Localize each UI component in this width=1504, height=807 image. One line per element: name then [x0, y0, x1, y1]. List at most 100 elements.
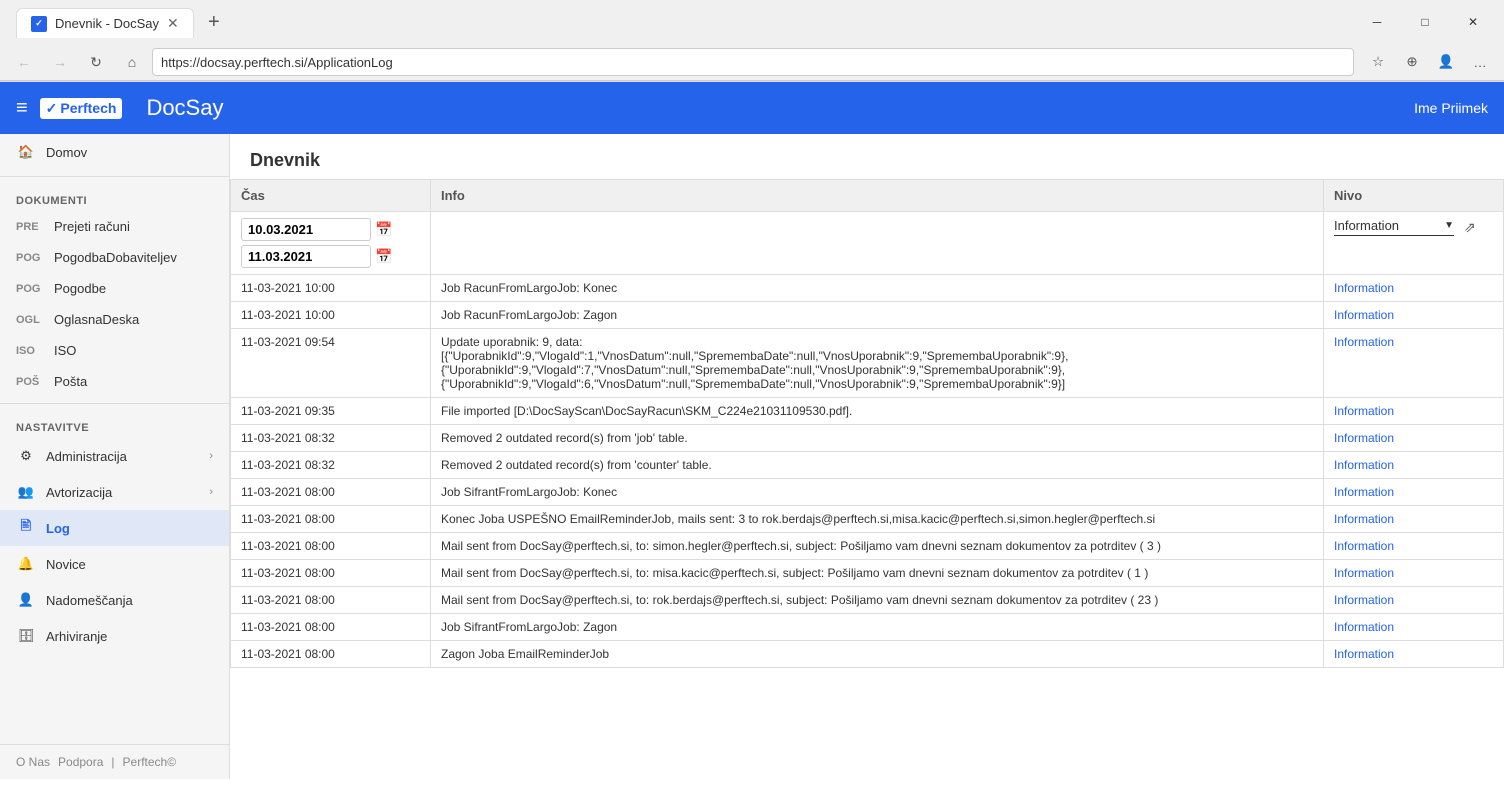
footer-brand: Perftech©: [123, 755, 177, 769]
table-row: 11-03-2021 10:00 Job RacunFromLargoJob: …: [231, 275, 1504, 302]
filter-clear-button[interactable]: ⇗: [1464, 219, 1476, 236]
row-info: Job RacunFromLargoJob: Zagon: [431, 302, 1324, 329]
row-info: File imported [D:\DocSayScan\DocSayRacun…: [431, 398, 1324, 425]
row-level: Information: [1324, 614, 1504, 641]
row-level: Information: [1324, 329, 1504, 398]
filter-date-cell: 📅 📅: [231, 212, 431, 275]
replacement-icon: 👤: [16, 590, 36, 610]
logo-brand-text: Perftech: [60, 100, 116, 116]
tab-close-button[interactable]: ✕: [167, 15, 179, 32]
sidebar-prefix: POG: [16, 252, 44, 264]
sidebar-item-pogodba-dobaviteljev[interactable]: POG PogodbaDobaviteljev: [0, 242, 229, 273]
sidebar-item-administracija[interactable]: ⚙ Administracija ›: [0, 438, 229, 474]
row-time: 11-03-2021 08:00: [231, 587, 431, 614]
row-level: Information: [1324, 479, 1504, 506]
address-input[interactable]: [152, 48, 1354, 76]
sidebar-item-avtorizacija[interactable]: 👥 Avtorizacija ›: [0, 474, 229, 510]
sidebar-item-iso[interactable]: ISO ISO: [0, 335, 229, 366]
sidebar-item-label: Nadomeščanja: [46, 593, 213, 608]
sidebar-footer: O Nas Podpora | Perftech©: [0, 744, 229, 779]
refresh-button[interactable]: ↻: [80, 48, 112, 76]
settings-icon[interactable]: …: [1464, 48, 1496, 76]
sidebar-item-log[interactable]: 🖹 Log: [0, 510, 229, 546]
home-icon: 🏠: [16, 142, 36, 162]
row-level: Information: [1324, 506, 1504, 533]
browser-tab[interactable]: ✓ Dnevnik - DocSay ✕: [16, 8, 194, 38]
sidebar-item-label: Log: [46, 521, 213, 536]
logo-check-icon: ✓: [46, 100, 58, 117]
bell-icon: 🔔: [16, 554, 36, 574]
row-info: Mail sent from DocSay@perftech.si, to: r…: [431, 587, 1324, 614]
account-icon[interactable]: 👤: [1430, 48, 1462, 76]
sidebar-item-posta[interactable]: POŠ Pošta: [0, 366, 229, 397]
col-header-cas: Čas: [231, 180, 431, 212]
table-row: 11-03-2021 09:35 File imported [D:\DocSa…: [231, 398, 1504, 425]
logo-box: ✓ Perftech: [40, 98, 123, 119]
row-time: 11-03-2021 09:35: [231, 398, 431, 425]
table-row: 11-03-2021 10:00 Job RacunFromLargoJob: …: [231, 302, 1504, 329]
row-info: Job SifrantFromLargoJob: Zagon: [431, 614, 1324, 641]
sidebar-prefix: POŠ: [16, 376, 44, 388]
auth-icon: 👥: [16, 482, 36, 502]
row-info: Job SifrantFromLargoJob: Konec: [431, 479, 1324, 506]
sidebar-item-arhiviranje[interactable]: 🗄 Arhiviranje: [0, 618, 229, 654]
calendar-from-icon[interactable]: 📅: [375, 221, 392, 238]
sidebar-item-nadomescanja[interactable]: 👤 Nadomeščanja: [0, 582, 229, 618]
level-dropdown[interactable]: Information ▼: [1334, 218, 1454, 236]
sidebar-item-label: Domov: [46, 145, 213, 160]
sidebar-item-oglasna-deska[interactable]: OGL OglasnaDeska: [0, 304, 229, 335]
minimize-button[interactable]: ─: [1354, 8, 1400, 36]
calendar-to-icon[interactable]: 📅: [375, 248, 392, 265]
sidebar-item-pogodbe[interactable]: POG Pogodbe: [0, 273, 229, 304]
col-header-nivo: Nivo: [1324, 180, 1504, 212]
row-level: Information: [1324, 275, 1504, 302]
favorites-icon[interactable]: ☆: [1362, 48, 1394, 76]
table-row: 11-03-2021 09:54 Update uporabnik: 9, da…: [231, 329, 1504, 398]
new-tab-button[interactable]: +: [198, 6, 230, 38]
main-content: Dnevnik Čas Info Nivo: [230, 134, 1504, 779]
back-button[interactable]: ←: [8, 48, 40, 76]
row-time: 11-03-2021 09:54: [231, 329, 431, 398]
collections-icon[interactable]: ⊕: [1396, 48, 1428, 76]
tab-favicon: ✓: [31, 16, 47, 32]
sidebar-item-label: Avtorizacija: [46, 485, 199, 500]
podpora-link[interactable]: Podpora: [58, 755, 103, 769]
page-title: Dnevnik: [250, 150, 1484, 171]
table-row: 11-03-2021 08:00 Job SifrantFromLargoJob…: [231, 479, 1504, 506]
sidebar-item-domov[interactable]: 🏠 Domov: [0, 134, 229, 170]
table-row: 11-03-2021 08:00 Mail sent from DocSay@p…: [231, 560, 1504, 587]
row-time: 11-03-2021 08:00: [231, 533, 431, 560]
filter-info-cell: [431, 212, 1324, 275]
close-button[interactable]: ✕: [1450, 8, 1496, 36]
date-from-input[interactable]: [241, 218, 371, 241]
sidebar-item-prejeti-racuni[interactable]: PRE Prejeti računi: [0, 211, 229, 242]
sidebar-item-label: Administracija: [46, 449, 199, 464]
row-level: Information: [1324, 452, 1504, 479]
level-dropdown-value: Information: [1334, 218, 1440, 233]
sidebar-section-dokumenti: DOKUMENTI: [0, 183, 229, 211]
page-header: Dnevnik: [230, 134, 1504, 179]
forward-button[interactable]: →: [44, 48, 76, 76]
sidebar-item-novice[interactable]: 🔔 Novice: [0, 546, 229, 582]
maximize-button[interactable]: □: [1402, 8, 1448, 36]
o-nas-link[interactable]: O Nas: [16, 755, 50, 769]
sidebar-section-nastavitve: NASTAVITVE: [0, 410, 229, 438]
row-level: Information: [1324, 398, 1504, 425]
row-level: Information: [1324, 560, 1504, 587]
table-row: 11-03-2021 08:32 Removed 2 outdated reco…: [231, 425, 1504, 452]
sidebar-item-label: OglasnaDeska: [54, 312, 213, 327]
filter-nivo-cell: Information ▼ ⇗: [1324, 212, 1504, 275]
row-level: Information: [1324, 302, 1504, 329]
sidebar-prefix: OGL: [16, 314, 44, 326]
table-row: 11-03-2021 08:32 Removed 2 outdated reco…: [231, 452, 1504, 479]
row-level: Information: [1324, 533, 1504, 560]
home-button[interactable]: ⌂: [116, 48, 148, 76]
table-row: 11-03-2021 08:00 Mail sent from DocSay@p…: [231, 587, 1504, 614]
hamburger-menu-button[interactable]: ≡: [16, 97, 28, 120]
sidebar-prefix: PRE: [16, 221, 44, 233]
row-info: Zagon Joba EmailReminderJob: [431, 641, 1324, 668]
sidebar-item-label: Arhiviranje: [46, 629, 213, 644]
date-to-input[interactable]: [241, 245, 371, 268]
row-time: 11-03-2021 08:00: [231, 641, 431, 668]
browser-chrome: ✓ Dnevnik - DocSay ✕ + ─ □ ✕ ← → ↻ ⌂ ☆ ⊕…: [0, 0, 1504, 82]
